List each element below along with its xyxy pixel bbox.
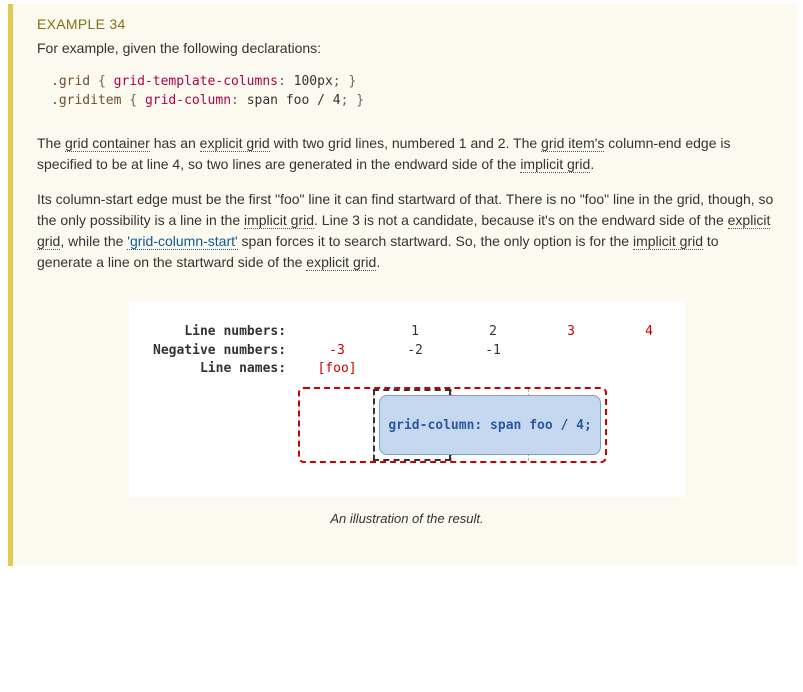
text: with two grid lines, numbered 1 and 2. T… (270, 135, 541, 151)
code-brace: } (356, 93, 364, 108)
term-grid-container[interactable]: grid container (65, 135, 150, 152)
line-number-empty (298, 323, 376, 342)
line-number-2: 2 (454, 323, 532, 342)
text: . (590, 156, 594, 172)
neg-number-0: -3 (298, 342, 376, 361)
row-line-numbers: 1 2 3 4 (298, 323, 688, 342)
code-value: 100px (294, 74, 333, 89)
neg-number-4 (610, 342, 688, 361)
example-box: EXAMPLE 34 For example, given the follow… (8, 4, 797, 566)
line-name-foo: [foo] (298, 360, 376, 379)
implicit-track-left (300, 389, 374, 461)
example-header: EXAMPLE 34 (37, 16, 777, 32)
code-brace: { (129, 93, 137, 108)
explanation-paragraph-2: Its column-start edge must be the first … (37, 189, 777, 273)
text: . (376, 254, 380, 270)
code-brace: } (348, 74, 356, 89)
term-implicit-grid[interactable]: implicit grid (520, 156, 590, 173)
code-selector: .grid (51, 74, 90, 89)
term-grid-item[interactable]: grid item's (541, 135, 604, 152)
grid-item-span: grid-column: span foo / 4; (379, 395, 601, 455)
label-line-names: Line names: (153, 360, 286, 379)
code-property: grid-column (145, 93, 231, 108)
term-explicit-grid[interactable]: explicit grid (200, 135, 270, 152)
code-semicolon: ; (341, 93, 349, 108)
figure-caption: An illustration of the result. (129, 511, 685, 526)
neg-number-1: -2 (376, 342, 454, 361)
implicit-grid-outline: grid-column: span foo / 4; (298, 387, 607, 463)
line-number-1: 1 (376, 323, 454, 342)
code-colon: : (231, 93, 239, 108)
label-negative-numbers: Negative numbers: (153, 342, 286, 361)
code-property: grid-template-columns (114, 74, 278, 89)
term-explicit-grid[interactable]: explicit grid (306, 254, 376, 271)
code-value: span foo / 4 (247, 93, 341, 108)
explanation-paragraph-1: The grid container has an explicit grid … (37, 133, 777, 175)
code-brace: { (98, 74, 106, 89)
text: . Line 3 is not a candidate, because it'… (314, 212, 728, 228)
label-line-numbers: Line numbers: (153, 323, 286, 342)
intro-paragraph: For example, given the following declara… (37, 38, 777, 59)
neg-number-2: -1 (454, 342, 532, 361)
code-selector: .griditem (51, 93, 121, 108)
text: has an (150, 135, 200, 151)
line-number-4: 4 (610, 323, 688, 342)
property-link-grid-column-start[interactable]: 'grid-column-start' (127, 233, 237, 250)
text: span forces it to search startward. So, … (238, 233, 633, 249)
figure-body: Line numbers: Negative numbers: Line nam… (129, 301, 685, 498)
term-implicit-grid[interactable]: implicit grid (244, 212, 314, 229)
text: The (37, 135, 65, 151)
text: , while the (60, 233, 127, 249)
line-number-3: 3 (532, 323, 610, 342)
row-negative-numbers: -3 -2 -1 (298, 342, 688, 361)
figure: Line numbers: Negative numbers: Line nam… (129, 301, 685, 527)
figure-grid-area: 1 2 3 4 -3 -2 -1 [foo] (298, 323, 688, 464)
explicit-track: grid-column: span foo / 4; (373, 389, 451, 461)
row-line-names: [foo] (298, 360, 688, 379)
term-implicit-grid[interactable]: implicit grid (633, 233, 703, 250)
illustration-row: grid-column: span foo / 4; (298, 387, 688, 463)
page: EXAMPLE 34 For example, given the follow… (0, 0, 803, 692)
figure-labels-column: Line numbers: Negative numbers: Line nam… (153, 323, 286, 464)
code-colon: : (278, 74, 286, 89)
code-block: .grid { grid-template-columns: 100px; } … (37, 73, 777, 111)
neg-number-3 (532, 342, 610, 361)
code-semicolon: ; (333, 74, 341, 89)
